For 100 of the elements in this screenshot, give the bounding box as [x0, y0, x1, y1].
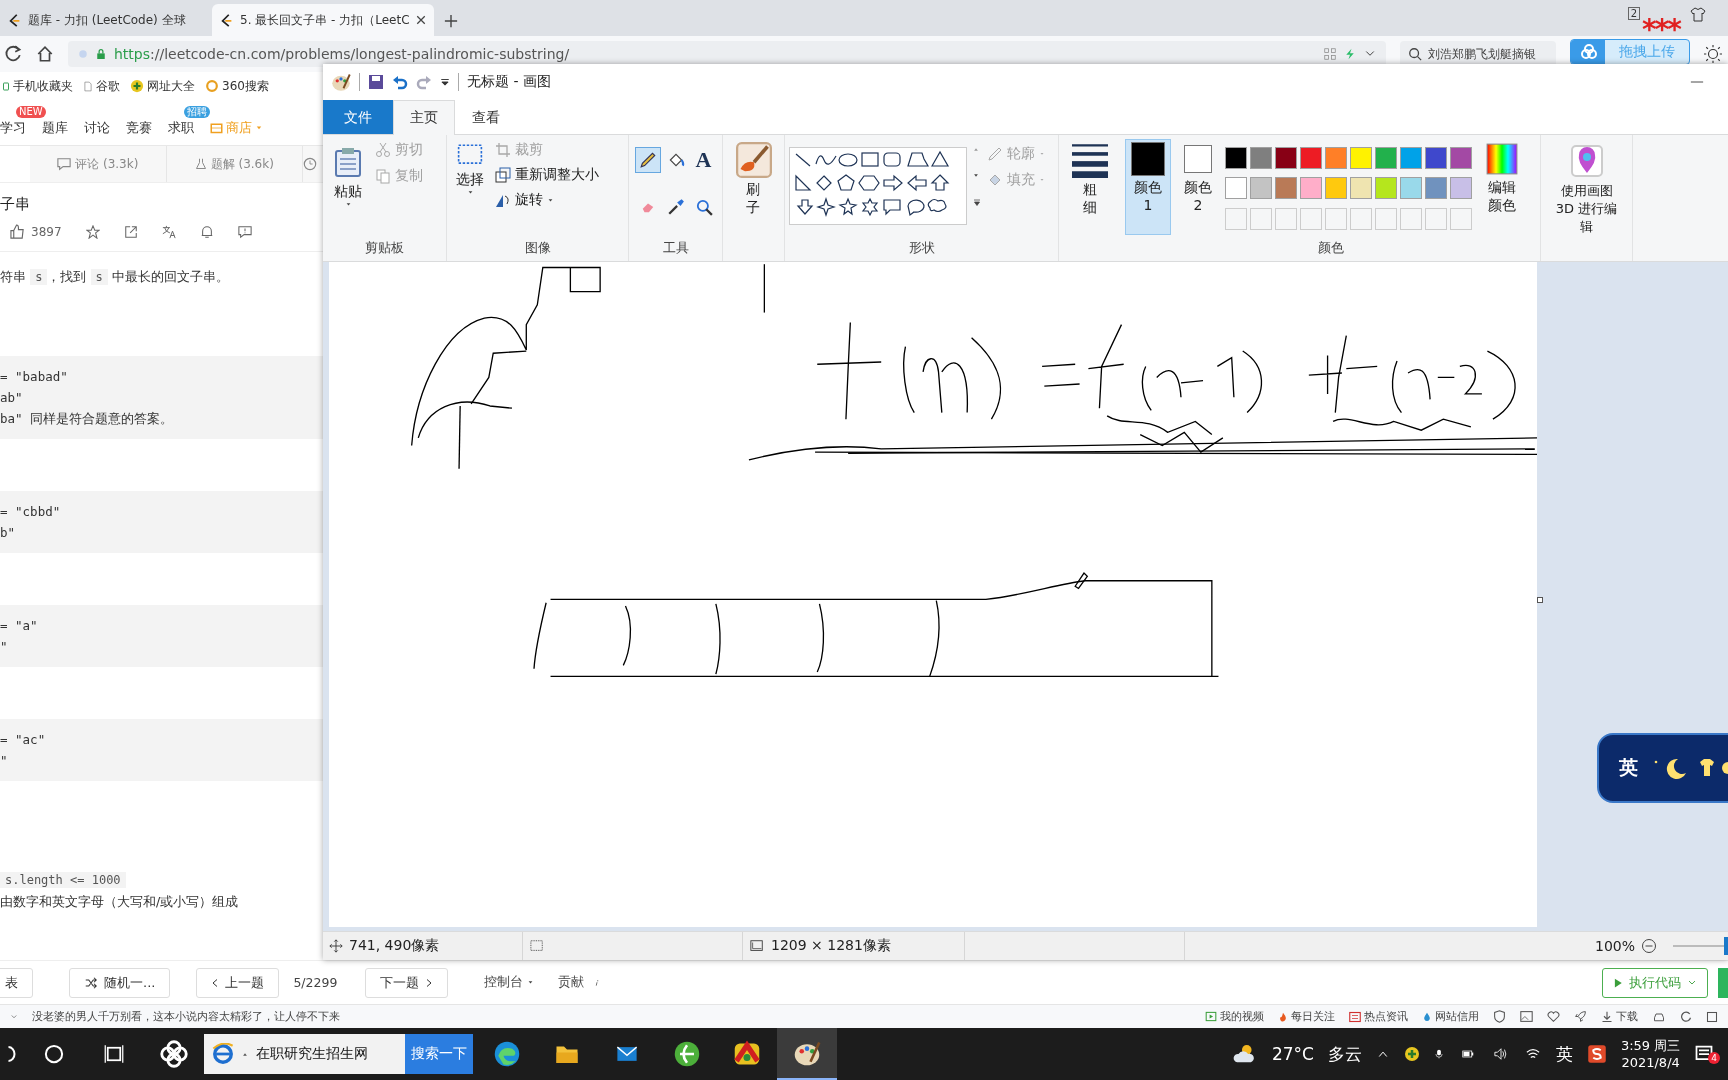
- color-swatch[interactable]: [1425, 147, 1447, 169]
- color-1-button[interactable]: 颜色 1: [1125, 139, 1171, 235]
- color-swatch[interactable]: [1250, 147, 1272, 169]
- empty-swatch[interactable]: [1275, 207, 1297, 230]
- pencil-tool[interactable]: [634, 147, 661, 173]
- empty-swatch[interactable]: [1400, 207, 1422, 230]
- color-swatch[interactable]: [1325, 147, 1347, 169]
- color-swatch[interactable]: [1325, 177, 1347, 200]
- color-swatch[interactable]: [1375, 147, 1397, 169]
- color-swatch[interactable]: [1275, 147, 1297, 169]
- shape-gallery[interactable]: [789, 147, 967, 225]
- taskbar-search-button[interactable]: 搜索一下: [405, 1034, 473, 1074]
- color-swatch[interactable]: [1225, 147, 1247, 169]
- status-link[interactable]: 我的视频: [1205, 1009, 1264, 1024]
- resize-handle[interactable]: [1537, 596, 1543, 603]
- ad-link[interactable]: 没老婆的男人千万别看，这本小说内容太精彩了，让人停不下来: [32, 1009, 340, 1024]
- ribbon-tab[interactable]: 查看: [455, 100, 517, 134]
- constraint-code: s.length <= 1000: [0, 872, 126, 888]
- caret-icon: [255, 124, 263, 131]
- rotate-button[interactable]: 旋转: [495, 189, 599, 211]
- run-code-button[interactable]: 执行代码: [1602, 967, 1708, 998]
- nav-badge: 招聘: [184, 105, 210, 118]
- window-count[interactable]: 2: [1627, 7, 1640, 20]
- problem-list-button[interactable]: 表: [0, 967, 33, 998]
- empty-swatch[interactable]: [1325, 207, 1347, 230]
- color-swatch[interactable]: [1300, 177, 1322, 200]
- color-2-button[interactable]: 颜色 2: [1175, 139, 1221, 235]
- problem-tab[interactable]: 题解 (3.6k): [166, 146, 303, 182]
- browser-tab[interactable]: 题库 - 力扣 (LeetCode) 全球: [0, 4, 212, 36]
- nav-link[interactable]: 求职: [168, 118, 194, 137]
- status-link[interactable]: 热点资讯: [1349, 1009, 1408, 1024]
- status-link[interactable]: 每日关注: [1278, 1009, 1335, 1024]
- select-button[interactable]: 选择: [451, 139, 489, 235]
- bookmark[interactable]: 网址大全: [130, 77, 195, 95]
- nav-link[interactable]: 题库: [42, 118, 68, 137]
- browser-tab[interactable]: 5. 最长回文子串 - 力扣（LeetC: [212, 4, 434, 36]
- empty-swatch[interactable]: [1375, 207, 1397, 230]
- color-swatch[interactable]: [1375, 177, 1397, 200]
- edit-colors-button[interactable]: 编辑颜色: [1476, 139, 1528, 235]
- empty-swatch[interactable]: [1350, 207, 1372, 230]
- bookmark[interactable]: 手机收藏夹: [2, 77, 73, 95]
- status-link[interactable]: 网站信用: [1422, 1009, 1479, 1024]
- save-icon: [368, 74, 384, 90]
- car-icon: [1652, 1010, 1666, 1023]
- caret-icon: [527, 980, 535, 985]
- size-button[interactable]: 粗细: [1065, 139, 1115, 235]
- caret-icon: [547, 197, 554, 203]
- empty-swatch[interactable]: [1300, 207, 1322, 230]
- bookmark[interactable]: 谷歌: [83, 77, 120, 95]
- bookmark[interactable]: 360搜索: [205, 77, 269, 95]
- problem-tab[interactable]: 评论 (3.3k): [30, 146, 167, 182]
- color-swatch[interactable]: [1450, 177, 1472, 200]
- color-swatch[interactable]: [1350, 177, 1372, 200]
- taskbar-app-button[interactable]: [777, 1028, 837, 1080]
- console-menu[interactable]: 控制台: [484, 974, 535, 991]
- color-swatch[interactable]: [1425, 177, 1447, 200]
- group-label: 形状: [907, 239, 936, 257]
- notification-button[interactable]: 4: [1694, 1044, 1720, 1064]
- resize-button[interactable]: 重新调整大小: [495, 164, 599, 186]
- ime-widget[interactable]: 英: [1597, 733, 1728, 803]
- search-field[interactable]: 刘浩郑鹏飞划艇摘银: [1400, 41, 1556, 67]
- lock-icon: [96, 48, 106, 60]
- new-tab-icon: [443, 14, 458, 28]
- next-button[interactable]: 下一题: [365, 967, 449, 998]
- color-swatch[interactable]: [1400, 147, 1422, 169]
- nav-link[interactable]: 讨论: [84, 118, 110, 137]
- clock-icon: [303, 157, 317, 171]
- share-icon: [123, 224, 138, 239]
- empty-swatch[interactable]: [1450, 207, 1472, 230]
- contribute-link[interactable]: 贡献: [558, 974, 585, 991]
- address-bar[interactable]: https://leetcode-cn.com/problems/longest-palindromic-substring/: [68, 41, 1386, 67]
- color-swatch[interactable]: [1350, 147, 1372, 169]
- side-button[interactable]: [1718, 967, 1728, 998]
- news-icon: [1349, 1010, 1361, 1023]
- caret-icon: [344, 202, 352, 207]
- nav-link[interactable]: 学习: [0, 118, 26, 137]
- empty-swatch[interactable]: [1425, 207, 1447, 230]
- color-swatch[interactable]: [1275, 177, 1297, 200]
- download-link[interactable]: 下载: [1601, 1009, 1638, 1024]
- clock[interactable]: 3:59 周三 2021/8/4: [1620, 1037, 1681, 1071]
- brushes-button[interactable]: 刷子: [730, 139, 777, 235]
- ribbon-tab[interactable]: 主页: [393, 100, 455, 135]
- color-swatch[interactable]: [1400, 177, 1422, 200]
- palette-icon: [793, 1039, 821, 1067]
- like-button[interactable]: 3897: [10, 224, 62, 239]
- paste-button[interactable]: 粘贴: [327, 139, 369, 235]
- taskbar-search-field[interactable]: 在职研究生招生网: [204, 1034, 405, 1074]
- random-button[interactable]: 随机一...: [69, 967, 171, 998]
- paint-3d-button[interactable]: 使用画图 3D 进行编辑: [1545, 139, 1628, 239]
- empty-swatch[interactable]: [1225, 207, 1247, 230]
- color-swatch[interactable]: [1250, 177, 1272, 200]
- input-language[interactable]: 英: [1555, 1042, 1573, 1066]
- color-swatch[interactable]: [1450, 147, 1472, 169]
- color-swatch[interactable]: [1300, 147, 1322, 169]
- nav-link[interactable]: 竞赛: [126, 118, 152, 137]
- empty-swatch[interactable]: [1250, 207, 1272, 230]
- previous-button[interactable]: 上一题: [196, 967, 280, 998]
- text-tool[interactable]: A: [690, 147, 717, 173]
- color-swatch[interactable]: [1225, 177, 1247, 200]
- ribbon-tab[interactable]: 文件: [323, 100, 393, 134]
